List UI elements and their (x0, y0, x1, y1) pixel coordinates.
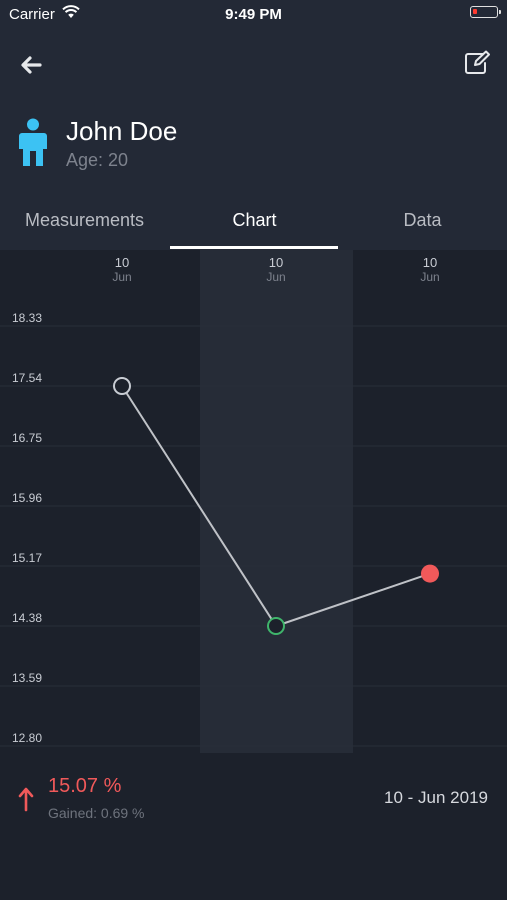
date-label: 10 - Jun 2019 (384, 788, 488, 807)
chart-column-band (200, 250, 353, 753)
tab-data[interactable]: Data (338, 210, 507, 231)
status-bar: Carrier 9:49 PM (0, 0, 507, 28)
y-tick-label: 15.96 (12, 491, 42, 505)
active-tab-indicator (170, 246, 338, 249)
arrow-up-icon (16, 786, 36, 812)
column-month-label: Jun (112, 270, 131, 284)
data-point (267, 617, 285, 635)
y-tick-label: 17.54 (12, 371, 42, 385)
column-month-label: Jun (420, 270, 439, 284)
chart-column-band (353, 250, 507, 753)
back-arrow-icon[interactable] (16, 50, 46, 80)
gained-value: Gained: 0.69 % (48, 805, 145, 821)
line-chart: 18.33 17.54 16.75 15.96 15.17 14.38 13.59 12.80… (0, 250, 507, 760)
tab-measurements[interactable]: Measurements (0, 210, 169, 231)
y-tick-label: 14.38 (12, 611, 42, 625)
edit-icon[interactable] (463, 50, 491, 78)
battery-icon (470, 6, 501, 18)
data-point (113, 377, 131, 395)
percent-value: 15.07 % (48, 775, 122, 797)
tab-chart[interactable]: Chart (170, 210, 339, 231)
y-tick-label: 13.59 (12, 671, 42, 685)
column-day-label: 10 (269, 255, 283, 270)
y-tick-label: 15.17 (12, 551, 42, 565)
column-day-label: 10 (423, 255, 437, 270)
profile-name: John Doe (66, 116, 178, 146)
column-month-label: Jun (266, 270, 285, 284)
y-tick-label: 12.80 (12, 731, 42, 745)
y-tick-label: 18.33 (12, 311, 42, 325)
y-tick-label: 16.75 (12, 431, 42, 445)
person-icon (18, 118, 48, 168)
column-day-label: 10 (115, 255, 129, 270)
profile-age: Age: 20 (66, 150, 129, 170)
data-point (421, 564, 439, 583)
clock: 9:49 PM (225, 6, 282, 23)
